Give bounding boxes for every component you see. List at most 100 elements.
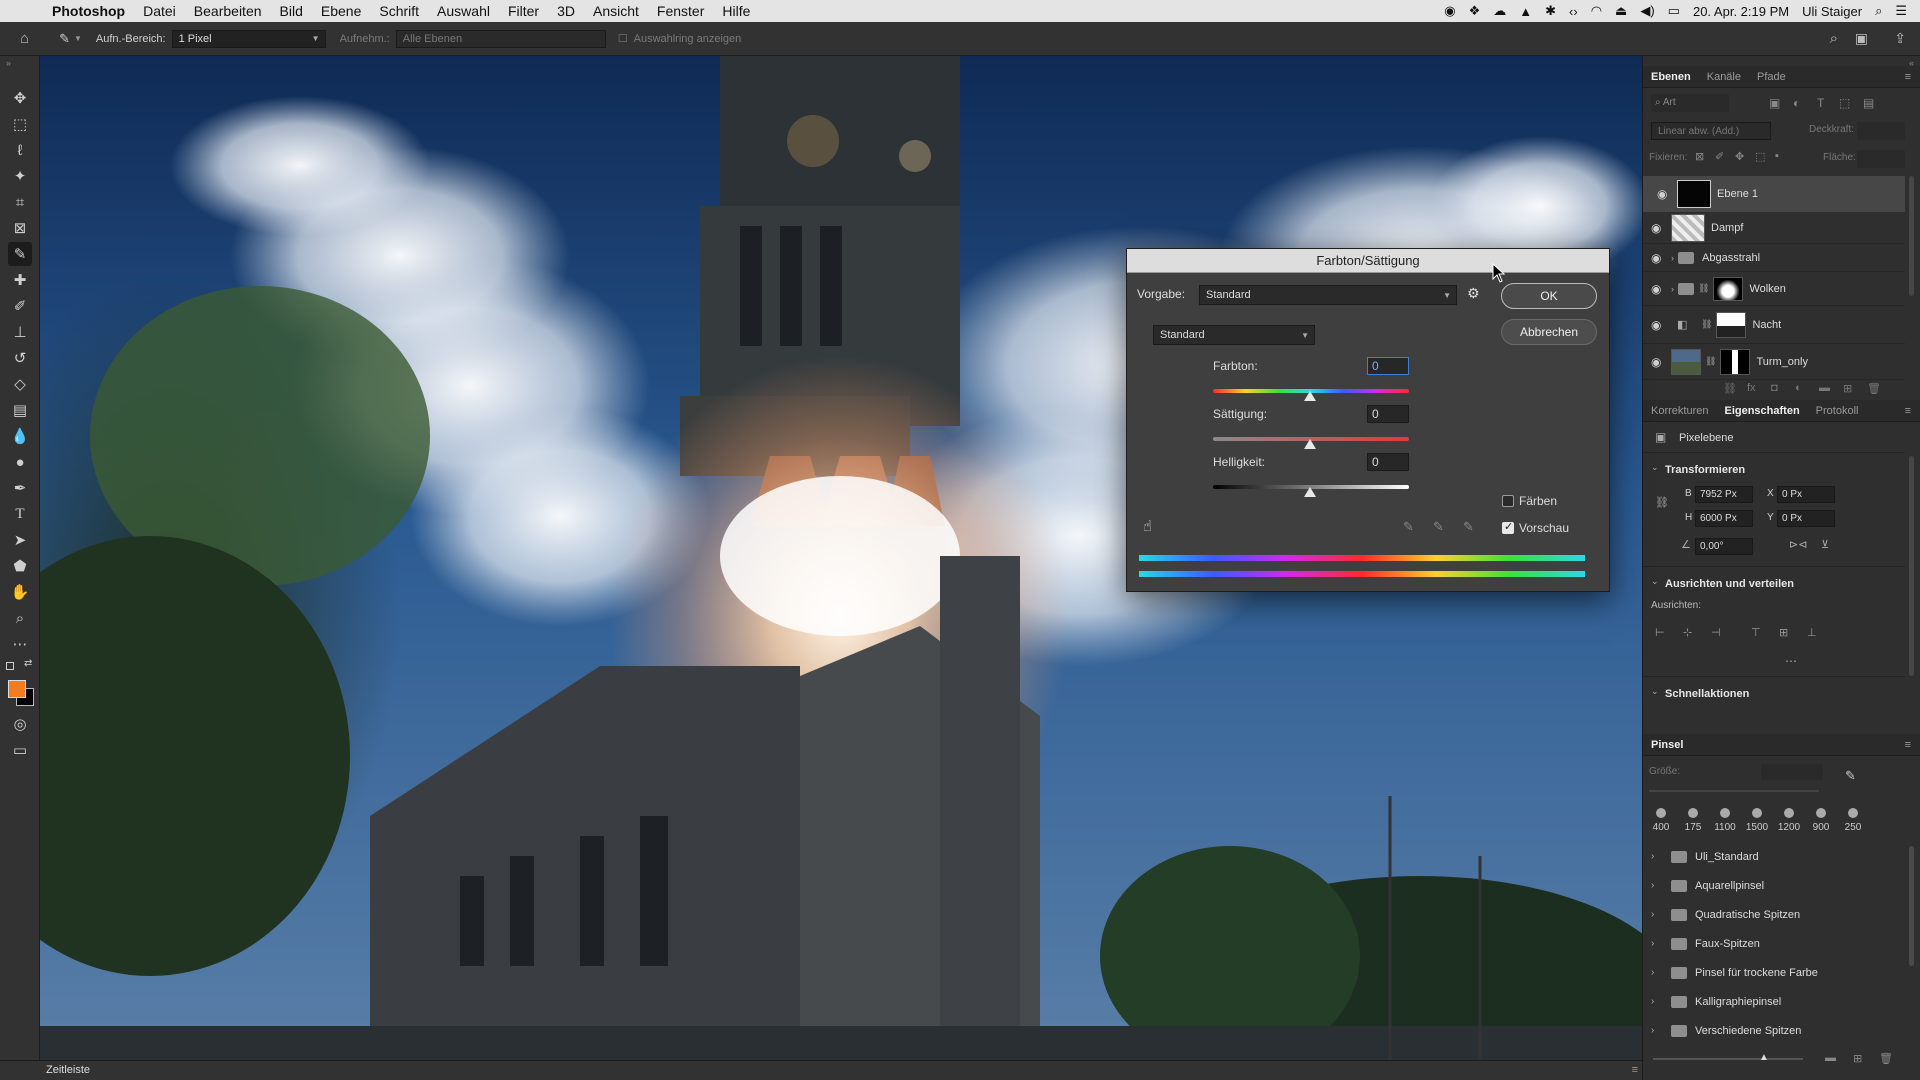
link-dimensions-icon[interactable]: ⛓ [1655,496,1669,509]
menu-datei[interactable]: Datei [143,3,176,19]
code-icon[interactable]: ‹› [1569,4,1578,19]
expand-chevron-icon[interactable]: › [1671,284,1674,294]
layer-row[interactable]: ◉ › ⛓ Wolken [1643,272,1905,306]
menu-bild[interactable]: Bild [280,3,303,19]
tab-ebenen[interactable]: Ebenen [1651,71,1691,83]
eyedropper-plus-icon[interactable]: ✎ [1433,519,1444,535]
gradient-tool-icon[interactable]: ▤ [8,398,32,422]
menu-ansicht[interactable]: Ansicht [593,3,639,19]
target-adjust-hand-icon[interactable]: ☝ [1143,517,1152,535]
history-brush-tool-icon[interactable]: ↺ [8,346,32,370]
menu-app[interactable]: Photoshop [52,3,125,19]
colorize-label[interactable]: Färben [1519,494,1557,508]
align-bottom-icon[interactable]: ⊥ [1807,626,1817,639]
filter-smart-icon[interactable]: ▤ [1863,96,1874,110]
panel-menu-icon[interactable]: ≡ [1905,739,1911,751]
brush-preset-1500[interactable]: 1500 [1745,808,1769,833]
new-brush-icon[interactable]: ✎ [1845,768,1856,784]
align-right-icon[interactable]: ⊣ [1711,626,1721,639]
new-layer-icon[interactable]: ⊞ [1843,382,1852,395]
filter-pixel-icon[interactable]: ▣ [1769,96,1780,110]
preview-label[interactable]: Vorschau [1519,521,1569,535]
section-chevron-icon[interactable]: ⌄ [1651,686,1659,697]
brush-preset-175[interactable]: 175 [1681,808,1705,833]
tab-pinsel[interactable]: Pinsel [1651,739,1683,751]
wifi-icon[interactable]: ◠ [1591,3,1602,19]
add-mask-icon[interactable]: ◘ [1771,382,1778,394]
visibility-eye-icon[interactable]: ◉ [1651,282,1671,296]
display-icon[interactable]: ▭ [1668,3,1680,19]
lightness-input[interactable]: 0 [1367,453,1409,471]
visibility-eye-icon[interactable]: ◉ [1651,318,1671,332]
preview-checkbox[interactable] [1502,520,1514,534]
filter-type-icon[interactable]: T [1817,96,1824,110]
magic-wand-tool-icon[interactable]: ✦ [8,164,32,188]
ok-button[interactable]: OK [1501,283,1597,309]
layer-filter-input[interactable]: ⌕ Art [1651,94,1729,112]
dropbox-icon[interactable]: ❖ [1469,3,1481,19]
mask-thumbnail[interactable] [1713,276,1744,301]
share-icon[interactable]: ⇪ [1894,30,1906,47]
lock-pixels-icon[interactable]: ✐ [1715,150,1724,163]
saturation-slider-handle[interactable] [1304,439,1316,449]
menu-fenster[interactable]: Fenster [657,3,704,19]
mask-thumbnail[interactable] [1720,348,1751,375]
blur-tool-icon[interactable]: 💧 [8,424,32,448]
colorize-checkbox[interactable] [1502,495,1514,507]
new-brush-preset-icon[interactable]: ⊞ [1853,1052,1862,1065]
brush-tool-icon[interactable]: ✐ [8,294,32,318]
layer-row[interactable]: ◉ Dampf [1643,212,1905,244]
panel-menu-icon[interactable]: ≡ [1905,405,1911,417]
align-vcenter-icon[interactable]: ⊞ [1779,626,1788,639]
new-group-icon[interactable]: ▬ [1819,382,1830,394]
visibility-eye-icon[interactable]: ◉ [1651,355,1671,369]
lasso-tool-icon[interactable]: ℓ [8,138,32,162]
brush-preview-slider[interactable] [1653,1058,1803,1060]
cancel-button[interactable]: Abbrechen [1501,319,1597,345]
panel-menu-icon[interactable]: ≡ [1905,71,1911,83]
record-icon[interactable]: ◉ [1444,3,1455,19]
path-selection-tool-icon[interactable]: ➤ [8,528,32,552]
lock-artboard-icon[interactable]: ⬚ [1755,150,1765,163]
crop-tool-icon[interactable]: ⌗ [8,190,32,214]
toolbar-collapse-icon[interactable]: » [6,58,11,68]
lock-position-icon[interactable]: ✥ [1735,150,1744,163]
frame-tool-icon[interactable]: ⊠ [8,216,32,240]
slider-handle-icon[interactable]: ▲ [1759,1052,1769,1063]
layer-row[interactable]: ◉ ⛓ Turm_only [1643,344,1905,380]
menu-auswahl[interactable]: Auswahl [437,3,490,19]
swap-colors-icon[interactable]: ⇄ [24,658,32,669]
new-brush-group-icon[interactable]: ▬ [1825,1052,1836,1064]
link-layers-icon[interactable]: ⛓ [1723,382,1737,395]
tab-eigenschaften[interactable]: Eigenschaften [1724,405,1799,417]
pen-tool-icon[interactable]: ✒ [8,476,32,500]
channel-select[interactable]: Standard ▼ [1153,325,1315,345]
bluetooth-icon[interactable]: ✱ [1545,3,1556,19]
screen-mode-icon[interactable]: ▭ [8,738,32,762]
type-tool-icon[interactable]: T [8,502,32,526]
visibility-eye-icon[interactable]: ◉ [1657,187,1677,201]
brush-size-input[interactable] [1761,764,1823,780]
width-input[interactable]: 7952 Px [1695,486,1753,503]
tab-protokoll[interactable]: Protokoll [1816,405,1859,417]
quick-mask-icon[interactable]: ◎ [8,712,32,736]
menu-ebene[interactable]: Ebene [321,3,361,19]
zoom-tool-icon[interactable]: ⌕ [8,606,32,630]
notification-center-icon[interactable]: ☰ [1895,3,1907,19]
eraser-tool-icon[interactable]: ◇ [8,372,32,396]
search-icon[interactable]: ⌕ [1830,30,1838,47]
panel-scrollbar[interactable] [1909,846,1914,966]
brush-size-slider[interactable] [1649,790,1819,792]
brush-preset-1100[interactable]: 1100 [1713,808,1737,833]
section-chevron-icon[interactable]: ⌄ [1651,462,1659,473]
menu-hilfe[interactable]: Hilfe [722,3,750,19]
delete-layer-icon[interactable]: 🗑 [1867,382,1881,395]
clock[interactable]: 20. Apr. 2:19 PM [1693,4,1789,19]
layer-row[interactable]: ◉ Ebene 1 [1643,176,1905,212]
transform-section-title[interactable]: Transformieren [1665,464,1745,476]
flip-horizontal-icon[interactable]: ⊳⊲ [1789,538,1807,551]
filter-adjust-icon[interactable]: ◐ [1793,96,1800,110]
brush-group[interactable]: › Faux-Spitzen [1643,929,1905,958]
eyedropper-tool-icon[interactable]: ✎ [59,31,70,47]
notification-icon[interactable]: ▲ [1519,4,1532,19]
